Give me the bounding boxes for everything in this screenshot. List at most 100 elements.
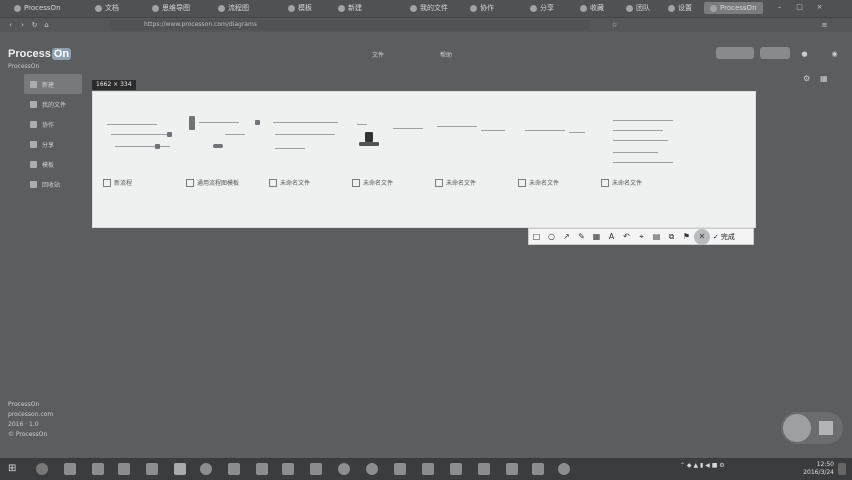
done-button[interactable]: ✓ 完成 bbox=[713, 232, 735, 242]
browser-tab-active[interactable]: ProcessOn bbox=[704, 2, 763, 14]
file-item[interactable]: 未命名文件 bbox=[601, 178, 642, 187]
app-icon[interactable] bbox=[310, 463, 322, 475]
favicon-icon bbox=[14, 4, 21, 12]
app-icon[interactable] bbox=[558, 463, 570, 475]
pen-icon[interactable]: ✎ bbox=[574, 229, 589, 244]
sidebar-item-new[interactable]: 新建 bbox=[24, 74, 82, 94]
file-item[interactable]: 新流程 bbox=[103, 178, 132, 187]
app-icon[interactable] bbox=[478, 463, 490, 475]
app-icon[interactable] bbox=[92, 463, 104, 475]
app-icon[interactable] bbox=[256, 463, 268, 475]
undo-icon[interactable]: ↶ bbox=[619, 229, 634, 244]
menu-icon[interactable]: ≡ bbox=[820, 21, 829, 29]
capture-toolbar: □ ○ ↗ ✎ ▦ A ↶ ⌖ ▤ ⧉ ⚑ ✕ ✓ 完成 bbox=[528, 228, 754, 245]
sidebar-item-files[interactable]: 我的文件 bbox=[24, 94, 82, 114]
grid-icon[interactable]: ▦ bbox=[820, 74, 828, 83]
mail-icon[interactable] bbox=[228, 463, 240, 475]
footer-line: processon.com bbox=[8, 411, 54, 418]
share-icon bbox=[30, 140, 37, 148]
file-thumbnail[interactable] bbox=[107, 114, 177, 174]
browser-tab[interactable]: 设置 bbox=[668, 2, 692, 14]
header-link-file[interactable]: 文件 bbox=[372, 50, 384, 59]
app-icon[interactable] bbox=[146, 463, 158, 475]
search-icon[interactable] bbox=[36, 463, 48, 475]
browser-app-icon[interactable] bbox=[174, 463, 186, 475]
file-thumbnail[interactable] bbox=[189, 114, 260, 174]
browser-tab[interactable]: 分享 bbox=[530, 2, 554, 14]
file-thumbnail[interactable] bbox=[355, 114, 425, 174]
forward-icon[interactable]: › bbox=[18, 21, 27, 29]
favicon-icon bbox=[470, 4, 477, 12]
file-item[interactable]: 通用流程图模板 bbox=[186, 178, 239, 187]
app-icon[interactable] bbox=[200, 463, 212, 475]
browser-tab[interactable]: 协作 bbox=[470, 2, 494, 14]
sidebar-item-trash[interactable]: 回收站 bbox=[24, 174, 82, 194]
browser-tab[interactable]: 新建 bbox=[338, 2, 362, 14]
browser-tab[interactable]: 收藏 bbox=[580, 2, 604, 14]
app-icon[interactable] bbox=[450, 463, 462, 475]
favicon-icon bbox=[288, 4, 295, 12]
user-icon[interactable]: ● bbox=[800, 50, 809, 58]
browser-tab[interactable]: 团队 bbox=[626, 2, 650, 14]
arrow-icon[interactable]: ↗ bbox=[559, 229, 574, 244]
close-icon[interactable]: ✕ bbox=[694, 228, 710, 245]
file-item[interactable]: 未命名文件 bbox=[435, 178, 476, 187]
file-thumbnail[interactable] bbox=[519, 114, 589, 174]
file-thumbnail[interactable] bbox=[437, 114, 507, 174]
windows-start-icon[interactable]: ⊞ bbox=[8, 463, 20, 475]
tray-icons[interactable]: ⌃ ◆ ▲ ▮ ◀ ■ ⚙ bbox=[680, 462, 725, 469]
text-icon[interactable]: A bbox=[604, 229, 619, 244]
browser-tab[interactable]: ProcessOn bbox=[14, 2, 61, 14]
header-link-help[interactable]: 帮助 bbox=[440, 50, 452, 59]
browser-tab[interactable]: 模板 bbox=[288, 2, 312, 14]
file-thumbnail[interactable] bbox=[271, 114, 341, 174]
browser-tab[interactable]: 文档 bbox=[95, 2, 119, 14]
app-icon[interactable] bbox=[338, 463, 350, 475]
app-icon[interactable] bbox=[394, 463, 406, 475]
capture-selection[interactable]: 新流程 通用流程图模板 未命名文件 未命名文件 未命名文件 未命名文件 未命名文… bbox=[92, 91, 756, 228]
sidebar-item-collab[interactable]: 协作 bbox=[24, 114, 82, 134]
close-window-icon[interactable]: × bbox=[815, 3, 824, 11]
refresh-icon[interactable]: ↻ bbox=[30, 21, 39, 29]
favicon-icon bbox=[626, 4, 633, 12]
notification-icon[interactable] bbox=[838, 463, 846, 475]
browser-tab[interactable]: 流程图 bbox=[218, 2, 249, 14]
app-logo[interactable]: Process On bbox=[8, 48, 72, 60]
clock[interactable]: 12:50 2016/3/24 bbox=[803, 461, 834, 477]
pin-icon[interactable]: ⌖ bbox=[634, 229, 649, 244]
file-thumbnail[interactable] bbox=[607, 114, 677, 174]
settings-icon[interactable]: ⚙ bbox=[803, 74, 810, 83]
people-icon bbox=[30, 120, 37, 128]
file-item[interactable]: 未命名文件 bbox=[352, 178, 393, 187]
app-icon[interactable] bbox=[118, 463, 130, 475]
taskview-icon[interactable] bbox=[64, 463, 76, 475]
browser-tab[interactable]: 我的文件 bbox=[410, 2, 448, 14]
avatar[interactable]: ◉ bbox=[830, 50, 839, 58]
app-icon[interactable] bbox=[422, 463, 434, 475]
floating-widget[interactable] bbox=[781, 412, 843, 444]
browser-tab[interactable]: 思维导图 bbox=[152, 2, 190, 14]
back-icon[interactable]: ‹ bbox=[6, 21, 15, 29]
file-item[interactable]: 未命名文件 bbox=[269, 178, 310, 187]
sidebar-item-templates[interactable]: 模板 bbox=[24, 154, 82, 174]
header-button-secondary[interactable] bbox=[760, 47, 790, 59]
favicon-icon bbox=[580, 4, 587, 12]
app-icon[interactable] bbox=[532, 463, 544, 475]
minimize-icon[interactable]: – bbox=[775, 3, 784, 11]
save-icon[interactable]: ▤ bbox=[649, 229, 664, 244]
app-icon[interactable] bbox=[282, 463, 294, 475]
mosaic-icon[interactable]: ▦ bbox=[589, 229, 604, 244]
flag-icon[interactable]: ⚑ bbox=[679, 229, 694, 244]
ellipse-icon[interactable]: ○ bbox=[544, 229, 559, 244]
url-input[interactable]: https://www.processon.com/diagrams bbox=[110, 20, 590, 30]
rect-icon[interactable]: □ bbox=[529, 229, 544, 244]
app-icon[interactable] bbox=[366, 463, 378, 475]
sidebar-item-share[interactable]: 分享 bbox=[24, 134, 82, 154]
app-icon[interactable] bbox=[506, 463, 518, 475]
maximize-icon[interactable]: □ bbox=[795, 3, 804, 11]
copy-icon[interactable]: ⧉ bbox=[664, 229, 679, 244]
star-icon[interactable]: ☆ bbox=[610, 21, 619, 29]
header-button[interactable] bbox=[716, 47, 754, 59]
home-icon[interactable]: ⌂ bbox=[42, 21, 51, 29]
file-item[interactable]: 未命名文件 bbox=[518, 178, 559, 187]
